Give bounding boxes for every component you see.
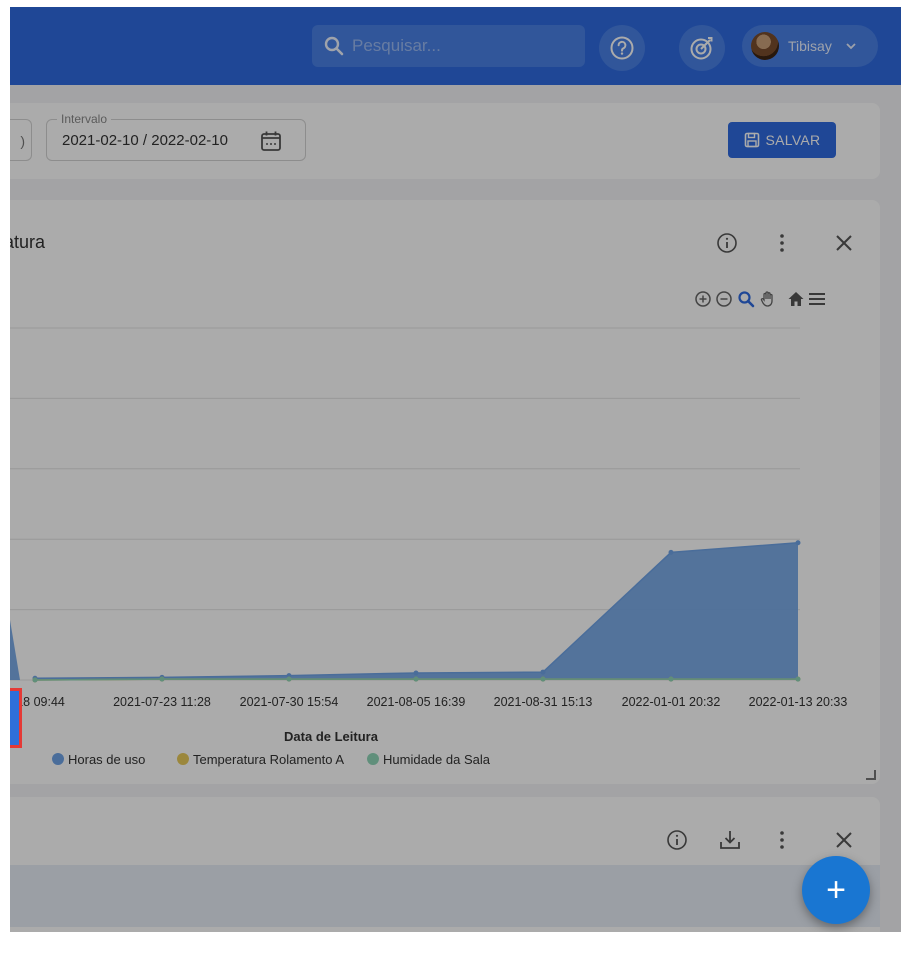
add-widget-button[interactable]: + [802,856,870,924]
x-tick-label: 2021-07-30 15:54 [240,695,339,709]
interval-value: 2021-02-10 / 2022-02-10 [62,132,228,149]
save-icon [744,132,759,148]
filter-card: ) Intervalo 2021-02-10 / 2022-02-10 SALV… [10,103,880,179]
chart-widget: eratura [10,200,880,784]
legend-marker [367,753,379,765]
plus-icon: + [826,870,846,909]
close-icon[interactable] [833,829,855,851]
data-point [286,676,292,682]
target-button[interactable] [679,25,725,71]
legend-label: Horas de uso [68,752,145,767]
avatar [751,32,779,60]
data-point [540,669,546,675]
data-point [668,676,674,682]
data-point [32,677,38,683]
table-widget [10,797,880,932]
data-point [795,676,801,682]
search-input[interactable] [350,35,574,57]
top-bar: Tibisay [10,7,901,85]
data-point [413,676,419,682]
user-menu[interactable]: Tibisay [742,25,878,67]
resize-handle[interactable] [866,770,876,780]
x-tick-label: 2021-07-23 11:28 [113,695,211,709]
data-point [159,676,165,682]
table-header-row [10,865,880,927]
x-axis-title: Data de Leitura [284,729,379,744]
help-button[interactable] [599,25,645,71]
legend-label: Temperatura Rolamento A [193,752,344,767]
previous-filter-field[interactable]: ) [10,119,32,161]
x-tick-label: 2021-08-05 16:39 [367,695,466,709]
help-icon [610,36,634,60]
data-point [540,676,546,682]
chevron-down-icon [846,43,856,50]
x-tick-label: 2022-01-01 20:32 [622,695,721,709]
legend-label: Humidade da Sala [383,752,491,767]
interval-field[interactable]: Intervalo 2021-02-10 / 2022-02-10 [46,112,306,161]
search-icon [324,36,344,56]
save-label: SALVAR [765,132,821,148]
interval-label: Intervalo [57,112,112,126]
search-box[interactable] [312,25,585,67]
target-icon [690,37,713,60]
save-button[interactable]: SALVAR [728,122,836,158]
download-icon[interactable] [718,829,742,851]
app: Tibisay ) Intervalo 2021-02-10 / 2022-02… [10,7,901,932]
user-name: Tibisay [788,38,832,54]
data-point [795,540,801,546]
legend-marker [52,753,64,765]
calendar-icon[interactable] [260,130,282,152]
legend-marker [177,753,189,765]
highlighted-element[interactable] [10,688,22,748]
more-options-icon[interactable] [774,829,790,851]
area-fragment [10,620,20,680]
data-point [668,549,674,555]
info-icon[interactable] [666,829,688,851]
area-horas-de-uso [35,542,798,680]
area-chart: 6-18 09:44 2021-07-23 11:28 2021-07-30 15:… [10,327,848,767]
x-tick-label: 2021-08-31 15:13 [494,695,593,709]
x-tick-label: 2022-01-13 20:33 [749,695,848,709]
data-point [413,670,419,676]
